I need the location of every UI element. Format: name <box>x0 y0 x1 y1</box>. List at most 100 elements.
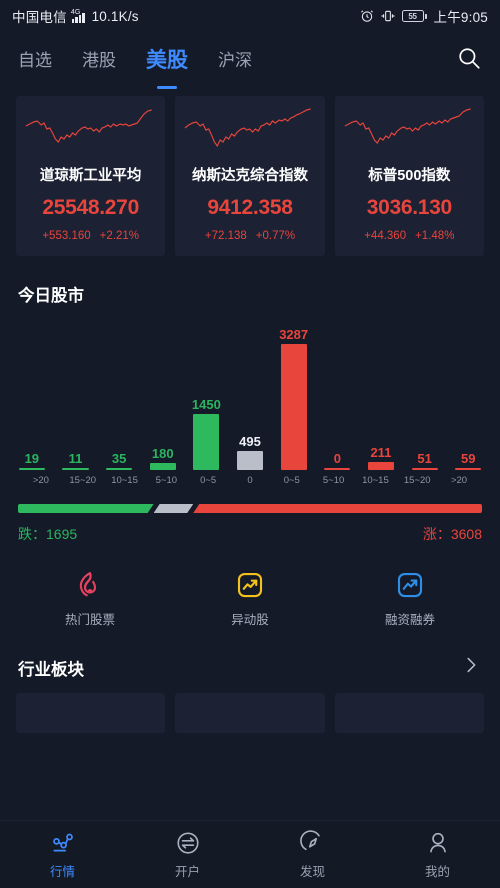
signal-bars-icon: 4G <box>70 8 85 23</box>
carrier-label: 中国电信 <box>12 10 67 25</box>
shortcut-row: 热门股票 异动股 融资融券 <box>0 544 500 628</box>
tab-hk-stock[interactable]: 港股 <box>82 46 116 74</box>
chart-bar-value: 19 <box>24 451 40 466</box>
index-cards: 道琼斯工业平均 25548.270 +553.160 +2.21% 纳斯达克综合… <box>0 88 500 256</box>
shortcut-label: 融资融券 <box>384 613 435 627</box>
chart-bar-value: 59 <box>460 451 476 466</box>
tab-zixuan[interactable]: 自选 <box>18 46 52 74</box>
shortcut-label: 热门股票 <box>64 613 115 627</box>
chart-bar-column: 51 <box>403 312 447 470</box>
chart-bar <box>367 462 395 470</box>
chart-axis-labels: >20 15~20 10~15 5~10 0~5 0 0~5 5~10 10~15 15~20 >2… <box>10 470 490 486</box>
index-change-pct: +2.21% <box>99 230 139 242</box>
chart-axis-label: 10~15 <box>111 475 138 486</box>
chart-bar-column: 11 <box>54 312 98 470</box>
index-value: 9412.358 <box>207 196 293 219</box>
nav-label: 开户 <box>174 864 200 879</box>
ratio-segment-down <box>18 504 154 513</box>
chart-bar-value: 0 <box>333 451 341 466</box>
chart-bar-value: 211 <box>370 445 392 460</box>
index-name: 标普500指数 <box>368 168 451 184</box>
chart-bar <box>236 451 264 470</box>
index-card-dow[interactable]: 道琼斯工业平均 25548.270 +553.160 +2.21% <box>16 96 166 256</box>
shortcut-hot-stocks[interactable]: 热门股票 <box>10 570 170 628</box>
chevron-right-icon <box>467 657 476 673</box>
battery-icon: 55 <box>401 10 427 22</box>
index-change-row: +553.160 +2.21% <box>24 230 157 242</box>
sector-title: 行业板块 <box>18 660 84 679</box>
index-card-nasdaq[interactable]: 纳斯达克综合指数 9412.358 +72.138 +0.77% <box>175 96 325 256</box>
shortcut-abnormal-stocks[interactable]: 异动股 <box>170 570 330 628</box>
sector-card[interactable] <box>334 693 484 733</box>
chart-axis-label: >20 <box>450 475 468 486</box>
down-count-label: 跌：1695 <box>18 526 78 542</box>
chart-bar <box>62 468 89 470</box>
shortcut-label: 异动股 <box>231 613 269 627</box>
market-distribution-chart: 19 11 35 180 1450 495 3287 0 211 51 59 >20 15~20 10~… <box>0 306 500 486</box>
up-count-label: 涨：3608 <box>422 526 482 542</box>
tab-hushen[interactable]: 沪深 <box>218 46 252 74</box>
sector-more-button[interactable] <box>460 654 482 681</box>
bottom-nav-bar: 行情 开户 发现 我的 <box>0 820 500 888</box>
nav-label: 我的 <box>424 864 450 879</box>
chart-bar <box>280 344 307 470</box>
nav-item-profile[interactable]: 我的 <box>375 830 500 880</box>
ratio-segment-flat <box>154 504 194 513</box>
chart-bar-value: 495 <box>239 434 261 449</box>
ratio-labels: 跌：1695 涨：3608 <box>0 513 500 544</box>
chart-axis-label: >20 <box>32 475 49 486</box>
today-market-title: 今日股市 <box>18 287 84 305</box>
index-change-row: +44.360 +1.48% <box>343 230 476 242</box>
status-bar: 中国电信 4G 10.1K/s 55 上午9:05 <box>0 0 500 32</box>
chart-bar-value: 3287 <box>279 327 309 342</box>
nav-label: 发现 <box>299 864 325 879</box>
index-change-pct: +0.77% <box>255 230 296 242</box>
sector-card[interactable] <box>16 693 166 733</box>
chart-axis-label: 5~10 <box>322 475 345 486</box>
chart-axis-label: 0~5 <box>200 475 217 486</box>
network-type-label: 4G <box>70 8 81 16</box>
chart-columns: 19 11 35 180 1450 495 3287 0 211 51 59 <box>10 312 490 470</box>
nav-item-quotes[interactable]: 行情 <box>0 830 125 880</box>
search-button[interactable] <box>456 45 482 76</box>
network-speed-label: 10.1K/s <box>91 8 139 24</box>
nav-item-open-account[interactable]: 开户 <box>125 830 250 880</box>
chart-bar-column: 59 <box>446 312 490 470</box>
trending-square-icon <box>237 572 263 598</box>
chart-bar <box>193 414 220 470</box>
market-tabs: 自选 港股 美股 沪深 <box>18 44 252 77</box>
up-down-ratio-bar <box>18 504 482 513</box>
sparkline-chart <box>184 108 312 148</box>
index-change: +72.138 <box>204 230 247 242</box>
index-change-row: +72.138 +0.77% <box>183 230 316 242</box>
chart-bar <box>18 468 45 470</box>
chart-bar-column: 0 <box>315 312 359 470</box>
alarm-clock-icon <box>360 10 373 22</box>
sector-card[interactable] <box>175 693 325 733</box>
index-card-sp500[interactable]: 标普500指数 3036.130 +44.360 +1.48% <box>334 96 484 256</box>
sector-section-header[interactable]: 行业板块 <box>0 628 500 681</box>
battery-level-label: 55 <box>401 10 424 22</box>
search-icon <box>459 47 480 69</box>
nav-item-discover[interactable]: 发现 <box>250 829 375 880</box>
tab-us-stock[interactable]: 美股 <box>146 44 188 77</box>
index-name: 纳斯达克综合指数 <box>191 168 308 184</box>
sparkline-chart <box>344 108 471 144</box>
chart-bar-value: 11 <box>68 451 83 466</box>
exchange-arrows-icon <box>176 831 199 854</box>
clock-label: 上午9:05 <box>433 10 488 25</box>
compass-icon <box>299 829 320 850</box>
chart-axis-label: 5~10 <box>155 475 178 486</box>
status-bar-right: 55 上午9:05 <box>360 6 488 26</box>
arrow-up-square-icon <box>397 572 423 598</box>
chart-bar-column: 211 <box>359 312 403 470</box>
chart-bar-column: 35 <box>97 312 141 470</box>
chart-bar <box>324 468 351 470</box>
chart-bar-value: 1450 <box>191 397 221 412</box>
status-bar-left: 中国电信 4G 10.1K/s <box>12 6 139 26</box>
chart-axis-label: 15~20 <box>403 475 431 486</box>
shortcut-margin-trading[interactable]: 融资融券 <box>330 570 490 628</box>
chart-bar-value: 51 <box>417 451 432 466</box>
chart-bar-column: 495 <box>228 312 272 470</box>
person-icon <box>429 832 446 852</box>
